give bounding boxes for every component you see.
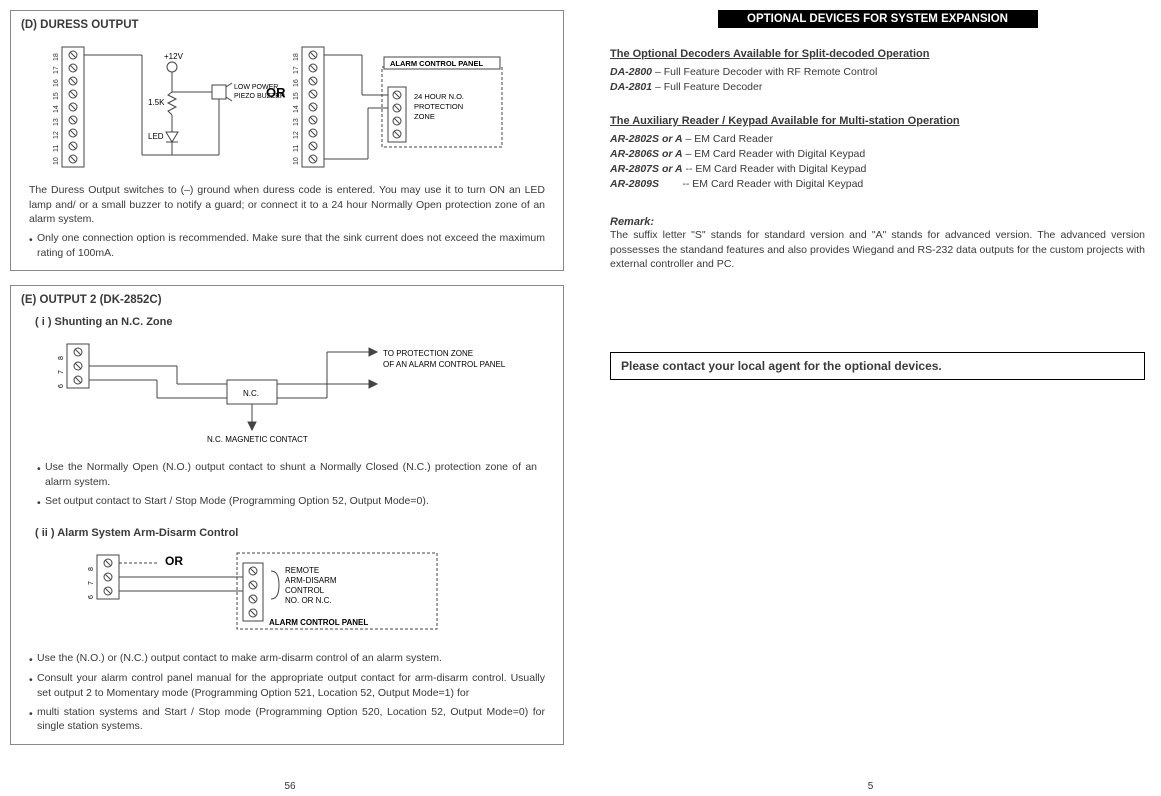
svg-text:N.C. MAGNETIC CONTACT: N.C. MAGNETIC CONTACT bbox=[207, 435, 308, 444]
svg-text:PROTECTION: PROTECTION bbox=[414, 102, 463, 111]
bullet-dot-icon: • bbox=[29, 671, 37, 700]
svg-text:ALARM CONTROL PANEL: ALARM CONTROL PANEL bbox=[269, 618, 368, 627]
svg-text:13: 13 bbox=[293, 118, 300, 126]
model-da2801: DA-2801 – Full Feature Decoder bbox=[610, 81, 1145, 93]
svg-text:17: 17 bbox=[53, 66, 60, 74]
page-number-left: 56 bbox=[284, 781, 295, 792]
svg-text:6: 6 bbox=[58, 384, 65, 388]
svg-text:24 HOUR N.O.: 24 HOUR N.O. bbox=[414, 92, 464, 101]
svg-text:7: 7 bbox=[88, 581, 95, 585]
svg-text:NO. OR N.C.: NO. OR N.C. bbox=[285, 596, 332, 605]
section-e-bullet3: •Use the (N.O.) or (N.C.) output contact… bbox=[29, 651, 545, 668]
diagram-duress: 10 11 12 13 14 15 16 17 18 bbox=[52, 37, 522, 177]
section-e-bullet2: •Set output contact to Start / Stop Mode… bbox=[37, 494, 537, 511]
section-d-para: The Duress Output switches to (–) ground… bbox=[29, 183, 545, 227]
svg-text:REMOTE: REMOTE bbox=[285, 566, 319, 575]
diagram-shunt: 6 7 8 bbox=[57, 334, 517, 454]
svg-text:1.5K: 1.5K bbox=[148, 98, 165, 107]
section-d-bullet: • Only one connection option is recommen… bbox=[29, 231, 545, 260]
section-e-sub2: ( ii ) Alarm System Arm-Disarm Control bbox=[35, 527, 553, 539]
bullet-dot-icon: • bbox=[37, 460, 45, 489]
svg-text:N.C.: N.C. bbox=[243, 389, 259, 398]
right-page: OPTIONAL DEVICES FOR SYSTEM EXPANSION Th… bbox=[580, 0, 1161, 796]
remark-section: Remark: The suffix letter "S" stands for… bbox=[610, 216, 1145, 272]
svg-text:ALARM CONTROL PANEL: ALARM CONTROL PANEL bbox=[390, 59, 483, 68]
model-ar2802: AR-2802S or A – EM Card Reader bbox=[610, 133, 1145, 145]
left-page: (D) DURESS OUTPUT 10 11 12 13 14 15 16 1… bbox=[0, 0, 580, 796]
svg-text:14: 14 bbox=[293, 105, 300, 113]
svg-text:17: 17 bbox=[293, 66, 300, 74]
svg-text:12: 12 bbox=[293, 131, 300, 139]
svg-text:OR: OR bbox=[266, 85, 286, 100]
section-e-bullet5: •multi station systems and Start / Stop … bbox=[29, 705, 545, 734]
remark-heading: Remark: bbox=[610, 216, 1145, 228]
svg-text:18: 18 bbox=[293, 53, 300, 61]
svg-text:8: 8 bbox=[88, 567, 95, 571]
readers-section: The Auxiliary Reader / Keypad Available … bbox=[610, 115, 1145, 190]
bullet-dot-icon: • bbox=[29, 705, 37, 734]
svg-text:OR: OR bbox=[165, 554, 183, 568]
decoders-section: The Optional Decoders Available for Spli… bbox=[610, 48, 1145, 93]
section-e-sub1: ( i ) Shunting an N.C. Zone bbox=[35, 316, 553, 328]
section-d-title: (D) DURESS OUTPUT bbox=[21, 19, 553, 31]
page-number-right: 5 bbox=[868, 781, 874, 792]
svg-text:TO PROTECTION ZONE: TO PROTECTION ZONE bbox=[383, 349, 473, 358]
decoders-heading: The Optional Decoders Available for Spli… bbox=[610, 48, 1145, 60]
section-e-bullet1: •Use the Normally Open (N.O.) output con… bbox=[37, 460, 537, 489]
svg-text:LED: LED bbox=[148, 132, 164, 141]
svg-text:16: 16 bbox=[53, 79, 60, 87]
contact-box: Please contact your local agent for the … bbox=[610, 352, 1145, 380]
svg-text:7: 7 bbox=[58, 370, 65, 374]
svg-text:15: 15 bbox=[293, 92, 300, 100]
svg-text:6: 6 bbox=[88, 595, 95, 599]
diagram-arm-disarm: 6 7 8 OR REMOTE ARM bbox=[87, 545, 487, 645]
bullet-dot-icon: • bbox=[37, 494, 45, 511]
section-d-box: (D) DURESS OUTPUT 10 11 12 13 14 15 16 1… bbox=[10, 10, 564, 271]
svg-text:14: 14 bbox=[53, 105, 60, 113]
svg-text:+12V: +12V bbox=[164, 52, 184, 61]
svg-text:18: 18 bbox=[53, 53, 60, 61]
readers-heading: The Auxiliary Reader / Keypad Available … bbox=[610, 115, 1145, 127]
svg-text:OF AN ALARM CONTROL PANEL: OF AN ALARM CONTROL PANEL bbox=[383, 360, 506, 369]
svg-text:10: 10 bbox=[293, 157, 300, 165]
model-ar2807: AR-2807S or A -- EM Card Reader with Dig… bbox=[610, 163, 1145, 175]
svg-text:ZONE: ZONE bbox=[414, 112, 435, 121]
svg-text:ARM-DISARM: ARM-DISARM bbox=[285, 576, 337, 585]
model-da2800: DA-2800 – Full Feature Decoder with RF R… bbox=[610, 66, 1145, 78]
section-e-box: (E) OUTPUT 2 (DK-2852C) ( i ) Shunting a… bbox=[10, 285, 564, 745]
svg-text:12: 12 bbox=[53, 131, 60, 139]
svg-text:13: 13 bbox=[53, 118, 60, 126]
bullet-dot-icon: • bbox=[29, 651, 37, 668]
remark-body: The suffix letter "S" stands for standar… bbox=[610, 228, 1145, 272]
svg-text:11: 11 bbox=[53, 145, 60, 152]
svg-text:11: 11 bbox=[293, 145, 300, 152]
section-e-bullet4: •Consult your alarm control panel manual… bbox=[29, 671, 545, 700]
model-ar2806: AR-2806S or A – EM Card Reader with Digi… bbox=[610, 148, 1145, 160]
bullet-dot-icon: • bbox=[29, 231, 37, 260]
svg-text:15: 15 bbox=[53, 92, 60, 100]
section-e-title: (E) OUTPUT 2 (DK-2852C) bbox=[21, 294, 553, 306]
svg-text:16: 16 bbox=[293, 79, 300, 87]
svg-text:8: 8 bbox=[58, 356, 65, 360]
model-ar2809: AR-2809S -- EM Card Reader with Digital … bbox=[610, 178, 1145, 190]
svg-text:CONTROL: CONTROL bbox=[285, 586, 325, 595]
svg-text:10: 10 bbox=[53, 157, 60, 165]
optional-devices-bar: OPTIONAL DEVICES FOR SYSTEM EXPANSION bbox=[718, 10, 1038, 28]
